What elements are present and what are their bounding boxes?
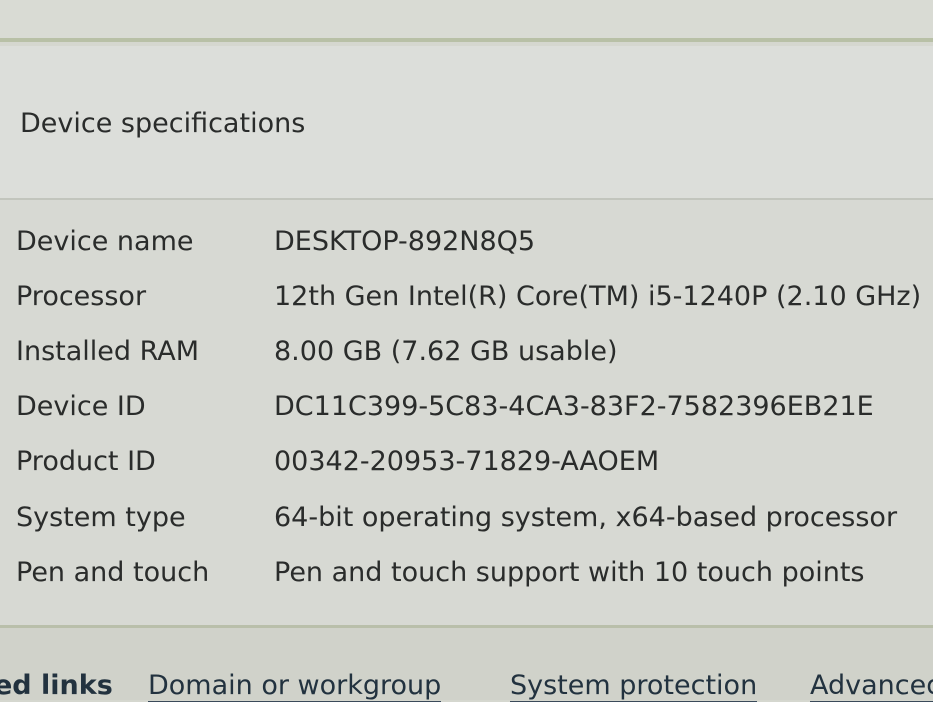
section-title: Device specifications (20, 108, 306, 139)
spec-label: Installed RAM (16, 336, 200, 367)
spec-value: DC11C399-5C83-4CA3-83F2-7582396EB21E (274, 391, 874, 422)
spec-value: DESKTOP-892N8Q5 (274, 226, 536, 257)
spec-label: Device name (16, 226, 194, 257)
spec-row-product-id: Product ID 00342-20953-71829-AAOEM (0, 446, 933, 486)
spec-value: 8.00 GB (7.62 GB usable) (274, 336, 618, 367)
spec-value: 00342-20953-71829-AAOEM (274, 446, 660, 477)
domain-or-workgroup-link[interactable]: Domain or workgroup (148, 670, 442, 702)
spec-label: System type (16, 502, 186, 533)
system-protection-link[interactable]: System protection (510, 670, 758, 702)
spec-label: Device ID (16, 391, 146, 422)
spec-row-processor: Processor 12th Gen Intel(R) Core(TM) i5-… (0, 281, 933, 321)
spec-row-installed-ram: Installed RAM 8.00 GB (7.62 GB usable) (0, 336, 933, 376)
spec-value: 64-bit operating system, x64-based proce… (274, 502, 898, 533)
spec-label: Pen and touch (16, 557, 210, 588)
spec-label: Product ID (16, 446, 156, 477)
related-links-bar (0, 628, 933, 700)
spec-row-system-type: System type 64-bit operating system, x64… (0, 502, 933, 542)
spec-value: 12th Gen Intel(R) Core(TM) i5-1240P (2.1… (274, 281, 922, 312)
spec-row-device-name: Device name DESKTOP-892N8Q5 (0, 226, 933, 266)
divider (0, 38, 933, 42)
top-band (0, 0, 933, 38)
related-links-label: ed links (0, 670, 113, 701)
spec-row-device-id: Device ID DC11C399-5C83-4CA3-83F2-758239… (0, 391, 933, 431)
advanced-system-settings-link[interactable]: Advanced (810, 670, 933, 702)
spec-label: Processor (16, 281, 147, 312)
spec-row-pen-and-touch: Pen and touch Pen and touch support with… (0, 557, 933, 597)
spec-value: Pen and touch support with 10 touch poin… (274, 557, 865, 588)
